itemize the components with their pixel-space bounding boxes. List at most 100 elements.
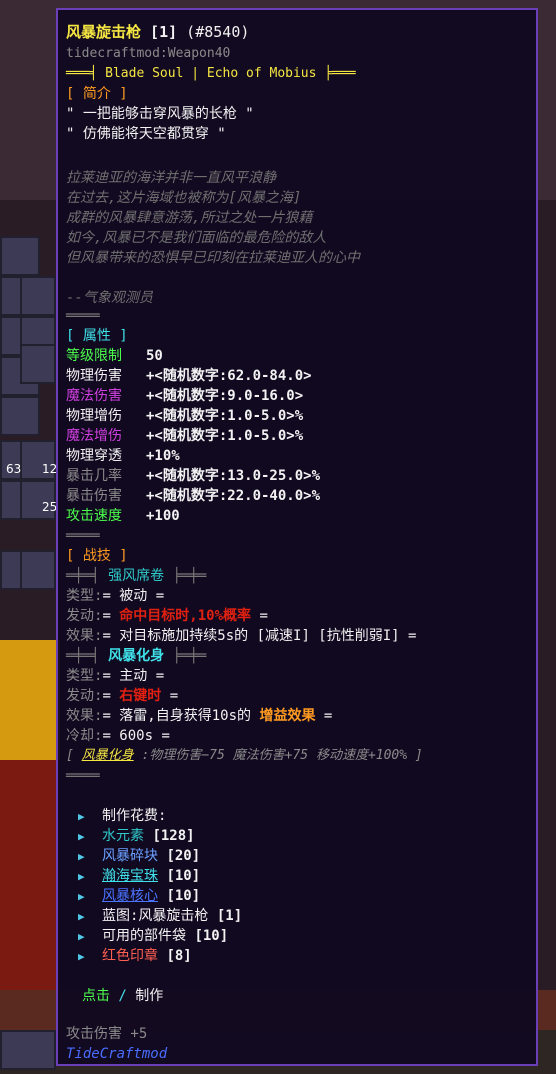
material-qty: [8] xyxy=(166,948,192,964)
lore-line: 成群的风暴肆意游荡,所过之处一片狼藉 xyxy=(66,210,313,226)
material-name: 可用的部件袋 xyxy=(102,928,186,944)
buff-highlight: 增益效果 xyxy=(259,708,316,724)
stat-label: 攻击速度 xyxy=(66,508,122,524)
field-value: = 被动 = xyxy=(102,588,165,604)
craft-header: 制作花费: xyxy=(102,808,167,824)
craft-action-row: 点击 / 制作 xyxy=(82,986,163,1006)
material-name: 瀚海宝珠 xyxy=(102,868,158,884)
stat-row: 攻击速度 +100 xyxy=(66,506,180,526)
field-deco: = xyxy=(102,688,120,704)
field-label: 冷却: xyxy=(66,728,103,744)
triangle-bullet-icon: ▶ xyxy=(78,950,85,963)
field-label: 类型: xyxy=(66,668,103,684)
field-value: = 600s = xyxy=(102,728,170,744)
field-deco: = xyxy=(102,608,120,624)
stat-row: 魔法增伤 +<随机数字:1.0-5.0>% xyxy=(66,426,303,446)
material-name: 蓝图:风暴旋击枪 xyxy=(102,908,209,924)
separator: / xyxy=(110,988,136,1004)
item-title: 风暴旋击枪 xyxy=(66,23,142,41)
material-name: 红色印章 xyxy=(102,948,158,964)
field-deco: = xyxy=(161,688,179,704)
inventory-slot[interactable] xyxy=(0,396,40,436)
triangle-bullet-icon: ▶ xyxy=(78,930,85,943)
stat-value: +<随机数字:62.0-84.0> xyxy=(146,368,312,384)
triangle-bullet-icon: ▶ xyxy=(78,910,85,923)
craft-item: ▶ 水元素 [128] xyxy=(66,826,195,846)
banner-deco: ╞═╪═ xyxy=(172,648,207,664)
item-tooltip: 风暴旋击枪 [1] (#8540) tidecraftmod:Weapon40 … xyxy=(56,8,538,1066)
footer-stat: 攻击伤害 +5 xyxy=(66,1026,148,1042)
skill1-effect: 效果:= 对目标施加持续5s的 [减速I] [抗性削弱I] = xyxy=(66,626,416,646)
click-hint[interactable]: 点击 xyxy=(82,988,110,1004)
inventory-slot[interactable] xyxy=(20,276,56,316)
stat-value: +<随机数字:1.0-5.0>% xyxy=(146,408,304,424)
field-label: 类型: xyxy=(66,588,103,604)
material-qty: [10] xyxy=(194,928,229,944)
stat-label: 物理穿透 xyxy=(66,448,122,464)
item-stack-count: 25 xyxy=(42,500,58,514)
field-label: 发动: xyxy=(66,608,103,624)
material-name: 风暴核心 xyxy=(102,888,158,904)
divider: ════ xyxy=(66,528,100,544)
inventory-slot[interactable] xyxy=(20,344,56,384)
field-value: = 对目标施加持续5s的 [减速I] [抗性削弱I] = xyxy=(102,628,417,644)
inventory-slot[interactable] xyxy=(0,236,40,276)
stat-value: +100 xyxy=(146,508,180,524)
divider: ════ xyxy=(66,308,100,324)
stat-value: +10% xyxy=(146,448,180,464)
craft-action[interactable]: 制作 xyxy=(135,988,163,1004)
stat-row: 魔法伤害 +<随机数字:9.0-16.0> xyxy=(66,386,303,406)
skill1-name: 强风席卷 xyxy=(108,568,165,584)
banner-deco: ═╪═╡ xyxy=(66,648,100,664)
intro-header: [ 简介 ] xyxy=(66,86,128,102)
stat-label: 等级限制 xyxy=(66,348,122,364)
material-qty: [10] xyxy=(166,868,201,884)
item-id: (#8540) xyxy=(186,23,250,41)
stat-value: +<随机数字:9.0-16.0> xyxy=(146,388,304,404)
item-tier-tag: [1] xyxy=(150,23,178,41)
trigger-condition: 右键时 xyxy=(119,688,162,704)
material-qty: [20] xyxy=(166,848,201,864)
skill1-banner: ═╪═╡ 强风席卷 ╞═╪═ xyxy=(66,566,206,586)
background-lava xyxy=(0,640,60,760)
stat-label: 魔法增伤 xyxy=(66,428,122,444)
material-qty: [1] xyxy=(216,908,243,924)
trigger-condition: 命中目标时,10%概率 xyxy=(119,608,252,624)
stat-row: 物理伤害 +<随机数字:62.0-84.0> xyxy=(66,366,312,386)
skill2-trigger: 发动:= 右键时 = xyxy=(66,686,178,706)
item-stack-count: 63 xyxy=(6,462,22,476)
item-stack-count: 12 xyxy=(42,462,58,476)
stat-row: 物理穿透 +10% xyxy=(66,446,180,466)
series-banner: ═══╡ Blade Soul | Echo of Mobius ╞═══ xyxy=(66,66,356,81)
intro-quote-1: " 一把能够击穿风暴的长枪 " xyxy=(66,106,254,122)
buff-effects: :物理伤害−75 魔法伤害+75 移动速度+100% ] xyxy=(133,748,423,763)
inventory-slot[interactable] xyxy=(20,550,56,590)
craft-item: ▶ 风暴碎块 [20] xyxy=(66,846,200,866)
stat-value: 50 xyxy=(146,348,163,364)
stat-row: 物理增伤 +<随机数字:1.0-5.0>% xyxy=(66,406,303,426)
triangle-bullet-icon: ▶ xyxy=(78,810,85,823)
craft-header-row: ▶ 制作花费: xyxy=(66,806,166,826)
stat-label: 物理伤害 xyxy=(66,368,122,384)
skill2-banner: ═╪═╡ 风暴化身 ╞═╪═ xyxy=(66,646,206,666)
field-deco: = xyxy=(315,708,333,724)
material-qty: [128] xyxy=(152,828,195,844)
banner-deco: ╞═╪═ xyxy=(172,568,207,584)
hotbar-slot[interactable] xyxy=(0,1030,56,1070)
craft-item: ▶ 红色印章 [8] xyxy=(66,946,192,966)
bracket: [ xyxy=(66,748,82,763)
skill2-type: 类型:= 主动 = xyxy=(66,666,164,686)
craft-item: ▶ 风暴核心 [10] xyxy=(66,886,200,906)
skill1-type: 类型:= 被动 = xyxy=(66,586,164,606)
stat-row: 等级限制 50 xyxy=(66,346,163,366)
field-value: = 主动 = xyxy=(102,668,165,684)
item-title-line: 风暴旋击枪 [1] (#8540) xyxy=(66,22,249,42)
skill2-name: 风暴化身 xyxy=(108,648,165,664)
skill2-effect: 效果:= 落雷,自身获得10s的 增益效果 = xyxy=(66,706,332,726)
material-name: 风暴碎块 xyxy=(102,848,158,864)
material-qty: [10] xyxy=(166,888,201,904)
stat-row: 暴击几率 +<随机数字:13.0-25.0>% xyxy=(66,466,320,486)
lore-line: 但风暴带来的恐惧早已印刻在拉莱迪亚人的心中 xyxy=(66,250,360,266)
lore-line: 拉莱迪亚的海洋并非一直风平浪静 xyxy=(66,170,276,186)
buff-detail-line: [ 风暴化身 :物理伤害−75 魔法伤害+75 移动速度+100% ] xyxy=(66,746,423,766)
